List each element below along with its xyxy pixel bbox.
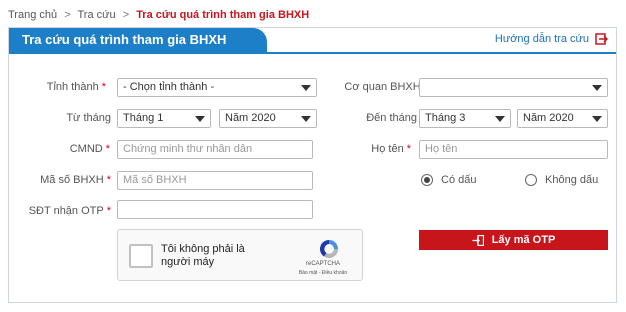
breadcrumb-separator: > [64, 9, 71, 21]
to-month-value: Tháng 3 [425, 112, 466, 124]
name-label-text: Họ tên [371, 143, 404, 155]
recaptcha-terms[interactable]: Bảo mật - Điều khoản [290, 270, 356, 276]
breadcrumb-home[interactable]: Trang chủ [8, 9, 57, 21]
agency-select[interactable] [419, 78, 608, 97]
chevron-down-icon [592, 85, 602, 91]
province-label: Tỉnh thành * [47, 81, 106, 93]
breadcrumb-lookup[interactable]: Tra cứu [77, 9, 115, 21]
phone-label: SĐT nhận OTP * [29, 205, 111, 217]
chevron-down-icon [301, 116, 311, 122]
id-label: CMND * [70, 143, 110, 155]
name-label: Họ tên * [371, 143, 411, 155]
breadcrumb-current: Tra cứu quá trình tham gia BHXH [136, 9, 310, 21]
guide-link-label: Hướng dẫn tra cứu [494, 33, 589, 45]
province-select[interactable]: - Chọn tỉnh thành - [117, 78, 317, 97]
to-year-value: Năm 2020 [523, 112, 574, 124]
bhxh-label: Mã số BHXH * [40, 174, 111, 186]
accent-radio-label: Có dấu [441, 174, 477, 186]
recaptcha-widget: Tôi không phải là người máy reCAPTCHA Bả… [117, 229, 363, 281]
province-label-text: Tỉnh thành [46, 81, 99, 93]
phone-label-text: SĐT nhận OTP [28, 205, 104, 217]
lookup-panel: Tra cứu quá trình tham gia BHXH Hướng dẫ… [8, 27, 617, 303]
phone-input[interactable] [117, 200, 313, 219]
chevron-down-icon [592, 116, 602, 122]
id-input[interactable]: Chứng minh thư nhân dân [117, 140, 313, 159]
agency-label-text: Cơ quan BHXH [344, 81, 421, 93]
from-month-value: Tháng 1 [123, 112, 164, 124]
chevron-down-icon [495, 116, 505, 122]
panel-header: Tra cứu quá trình tham gia BHXH Hướng dẫ… [9, 28, 616, 54]
get-otp-label: Lấy mã OTP [491, 234, 556, 246]
breadcrumb-separator: > [122, 9, 130, 21]
to-month-select[interactable]: Tháng 3 [419, 109, 511, 128]
to-month-label: Đến tháng [366, 112, 417, 124]
radio-unchecked-icon [525, 174, 537, 186]
accent-radio[interactable]: Có dấu [421, 174, 476, 186]
agency-label: Cơ quan BHXH* [344, 81, 428, 93]
from-month-select[interactable]: Tháng 1 [117, 109, 211, 128]
from-year-value: Năm 2020 [225, 112, 276, 124]
recaptcha-brand: reCAPTCHA [305, 261, 340, 267]
no-accent-radio-label: Không dấu [545, 174, 599, 186]
required-mark: * [406, 143, 411, 155]
chevron-down-icon [195, 116, 205, 122]
key-login-icon [472, 234, 484, 246]
get-otp-button[interactable]: Lấy mã OTP [419, 230, 608, 250]
required-mark: * [106, 205, 111, 217]
captcha-checkbox[interactable] [129, 244, 153, 268]
bhxh-input[interactable]: Mã số BHXH [117, 171, 313, 190]
from-month-label: Từ tháng [66, 112, 111, 124]
radio-checked-icon [421, 174, 433, 186]
required-mark: * [106, 174, 111, 186]
chevron-down-icon [301, 85, 311, 91]
required-mark: * [105, 143, 110, 155]
guide-link[interactable]: Hướng dẫn tra cứu [495, 33, 608, 45]
recaptcha-logo-icon [319, 239, 339, 259]
edit-arrow-icon [595, 33, 608, 45]
from-year-select[interactable]: Năm 2020 [219, 109, 317, 128]
captcha-text: Tôi không phải là người máy [161, 243, 245, 268]
bhxh-label-text: Mã số BHXH [40, 174, 104, 186]
province-select-value: - Chọn tỉnh thành - [123, 81, 215, 93]
name-input[interactable]: Họ tên [419, 140, 608, 159]
id-label-text: CMND [69, 143, 103, 155]
breadcrumb: Trang chủ > Tra cứu > Tra cứu quá trình … [8, 9, 309, 21]
required-mark: * [101, 81, 106, 93]
panel-title: Tra cứu quá trình tham gia BHXH [9, 28, 267, 52]
to-year-select[interactable]: Năm 2020 [517, 109, 608, 128]
no-accent-radio[interactable]: Không dấu [525, 174, 598, 186]
